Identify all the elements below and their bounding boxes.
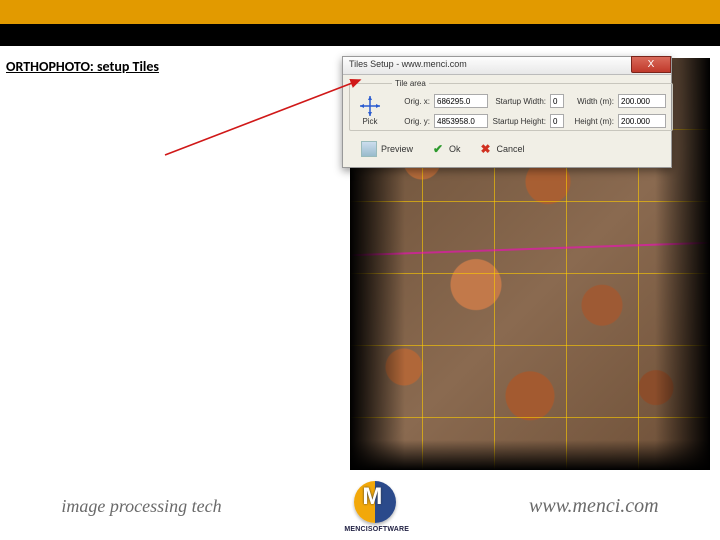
orig-x-label: Orig. x: [392,97,430,106]
orig-y-label: Orig. y: [392,117,430,126]
start-h-input[interactable] [550,114,564,128]
company-logo: M MENCISOFTWARE [344,479,406,533]
top-orange-stripe [0,0,720,24]
width-label: Width (m): [568,97,614,106]
logo-text: MENCISOFTWARE [344,526,406,533]
orig-x-input[interactable] [434,94,488,108]
height-input[interactable] [618,114,666,128]
page-title: ORTHOPHOTO: setup Tiles [6,58,346,80]
tiles-setup-dialog: Tiles Setup - www.menci.com X Tile area … [342,56,672,168]
slide: ORTHOPHOTO: setup Tiles Before running t… [0,0,720,540]
preview-button[interactable]: Preview [361,141,413,157]
body-text: Before running the Ortho.Photo procedure… [6,120,336,238]
logo-letter: M [362,485,382,509]
pick-button[interactable]: Pick [355,96,385,126]
tile-area-fieldset: Tile area Pick Orig. x: Startup Width: W… [349,79,673,131]
cancel-icon: ✖ [479,142,493,156]
close-icon: X [648,59,655,70]
preview-label: Preview [381,144,413,154]
pick-label: Pick [355,117,385,126]
fade-bottom [350,440,710,470]
top-bar [0,0,720,46]
footer: image processing tech M MENCISOFTWARE ww… [0,472,720,540]
height-label: Height (m): [568,117,614,126]
preview-icon [361,141,377,157]
crosshair-icon [360,96,380,116]
start-w-input[interactable] [550,94,564,108]
ok-button[interactable]: ✔ Ok [431,142,461,156]
dialog-buttons: Preview ✔ Ok ✖ Cancel [349,137,665,161]
ok-label: Ok [449,144,461,154]
dialog-title: Tiles Setup - www.menci.com [349,59,467,69]
cancel-label: Cancel [497,144,525,154]
width-input[interactable] [618,94,666,108]
start-h-label: Startup Height: [492,117,546,126]
dialog-titlebar[interactable]: Tiles Setup - www.menci.com X [343,57,671,75]
close-button[interactable]: X [631,56,671,73]
footer-tagline: image processing tech [61,496,221,517]
field-grid: Orig. x: Startup Width: Width (m): Orig.… [392,92,666,130]
cancel-button[interactable]: ✖ Cancel [479,142,525,156]
fieldset-legend: Tile area [392,79,429,88]
check-icon: ✔ [431,142,445,156]
orig-y-input[interactable] [434,114,488,128]
start-w-label: Startup Width: [492,97,546,106]
footer-url: www.menci.com [529,495,659,518]
